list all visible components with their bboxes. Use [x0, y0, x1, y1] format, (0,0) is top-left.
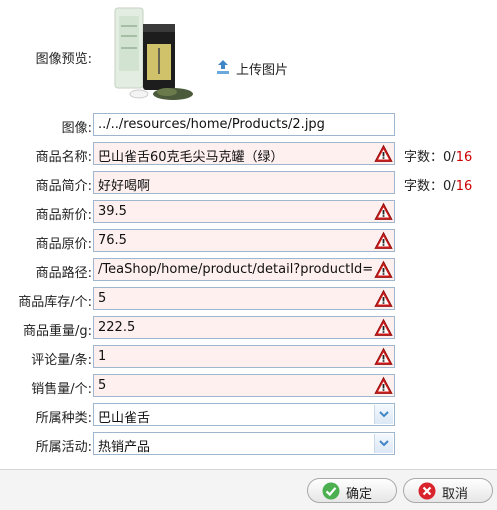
product-path-label: 商品路径: — [35, 266, 92, 281]
warning-icon — [374, 144, 393, 163]
old-price-label: 商品原价: — [35, 237, 92, 252]
old-price-input[interactable]: 76.5 — [93, 229, 395, 252]
warning-icon — [374, 376, 393, 395]
warning-icon — [374, 231, 393, 250]
product-name-counter: 字数：0/16 — [404, 150, 473, 165]
weight-input[interactable]: 222.5 — [93, 316, 395, 339]
warning-icon — [374, 260, 393, 279]
product-path-input[interactable]: /TeaShop/home/product/detail?productId= — [93, 258, 395, 281]
upload-icon — [217, 60, 229, 74]
product-intro-label: 商品简介: — [35, 179, 92, 194]
stock-label: 商品库存/个: — [18, 295, 92, 310]
product-intro-counter: 字数：0/16 — [404, 179, 473, 194]
reviews-label: 评论量/条: — [31, 353, 92, 368]
confirm-button[interactable]: 确定 — [307, 478, 397, 503]
warning-icon — [374, 289, 393, 308]
stock-input[interactable]: 5 — [93, 287, 395, 310]
new-price-label: 商品新价: — [35, 208, 92, 223]
product-name-label: 商品名称: — [35, 150, 92, 165]
image-path-input[interactable]: ../../resources/home/Products/2.jpg — [93, 113, 395, 136]
warning-icon — [374, 347, 393, 366]
upload-image-label: 上传图片 — [236, 63, 289, 78]
image-preview-label: 图像预览: — [35, 52, 92, 67]
sales-input[interactable]: 5 — [93, 374, 395, 397]
category-select[interactable]: 巴山雀舌 — [93, 403, 395, 426]
product-intro-input[interactable]: 好好喝啊 — [93, 171, 395, 194]
cancel-button[interactable]: 取消 — [403, 478, 493, 503]
weight-label: 商品重量/g: — [22, 324, 92, 339]
activity-label: 所属活动: — [35, 440, 92, 455]
warning-icon — [374, 318, 393, 337]
cancel-icon — [418, 482, 436, 500]
activity-select[interactable]: 热销产品 — [93, 432, 395, 455]
chevron-down-icon[interactable] — [374, 405, 393, 424]
reviews-input[interactable]: 1 — [93, 345, 395, 368]
warning-icon — [374, 202, 393, 221]
sales-label: 销售量/个: — [31, 382, 92, 397]
product-image — [114, 7, 193, 100]
check-icon — [322, 482, 340, 500]
product-name-input[interactable]: 巴山雀舌60克毛尖马克罐（绿） — [93, 142, 395, 165]
chevron-down-icon[interactable] — [374, 434, 393, 453]
dialog-footer: 确定 取消 — [0, 469, 497, 510]
image-label: 图像: — [61, 121, 92, 136]
category-label: 所属种类: — [35, 411, 92, 426]
new-price-input[interactable]: 39.5 — [93, 200, 395, 223]
